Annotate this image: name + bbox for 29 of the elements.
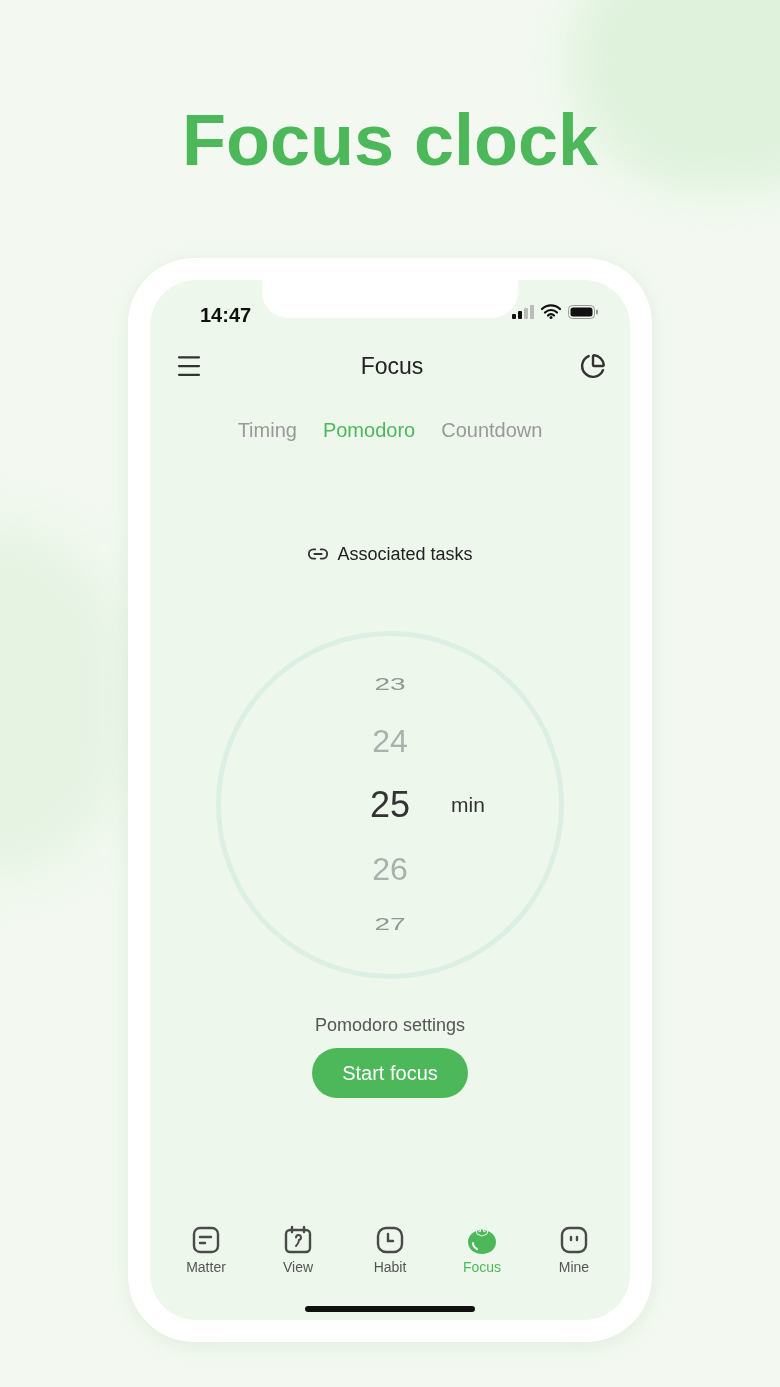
mode-tab[interactable]: Pomodoro	[322, 415, 416, 445]
unit-label: min	[450, 792, 486, 819]
minute-option[interactable]: 26	[372, 837, 408, 901]
minute-option[interactable]: 23	[374, 670, 406, 700]
battery-icon	[568, 304, 598, 319]
signal-icon	[512, 304, 534, 319]
minute-option[interactable]: 27	[374, 910, 406, 940]
mode-tab[interactable]: Countdown	[441, 415, 543, 445]
mode-tab[interactable]: Timing	[237, 415, 297, 445]
minute-option[interactable]: 24	[372, 709, 408, 773]
headline: Focus clock	[181, 99, 599, 182]
associated-tasks-link[interactable]: Associated tasks	[307, 541, 473, 567]
nav-tab[interactable]: Focus	[442, 1225, 522, 1278]
note-icon	[191, 1225, 221, 1255]
clock-icon	[375, 1225, 405, 1255]
screen-title: Focus	[360, 351, 424, 381]
wifi-icon	[541, 304, 561, 319]
status-time: 14:47	[200, 303, 252, 328]
face-icon	[559, 1225, 589, 1255]
nav-tab[interactable]: Habit	[350, 1225, 430, 1278]
calendar-icon	[283, 1225, 313, 1255]
nav-tab[interactable]: View	[258, 1225, 338, 1278]
nav-tab[interactable]: Mine	[534, 1225, 614, 1278]
pomodoro-settings-link[interactable]: Pomodoro settings	[314, 1012, 466, 1038]
pie-chart-icon[interactable]	[580, 353, 606, 379]
tomato-icon	[466, 1225, 498, 1255]
nav-tab[interactable]: Matter	[166, 1225, 246, 1278]
minute-option[interactable]: 25	[369, 773, 410, 837]
start-focus-button[interactable]: Start focus	[312, 1048, 468, 1098]
